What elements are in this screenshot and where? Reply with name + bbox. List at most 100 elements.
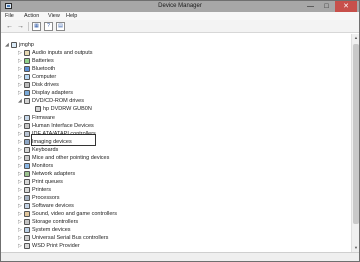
close-button[interactable]: ✕ (335, 1, 357, 12)
expand-arrow-icon[interactable]: ▷ (18, 170, 23, 178)
expand-arrow-icon[interactable]: ▷ (18, 154, 23, 162)
tree-item-wsd-print-provider[interactable]: ▷ WSD Print Provider (1, 242, 341, 250)
maximize-button[interactable]: □ (319, 1, 334, 12)
tree-item-label: Monitors (32, 163, 54, 169)
tree-item-usb-controllers[interactable]: ▷ Universal Serial Bus controllers (1, 234, 341, 242)
scroll-thumb[interactable] (353, 44, 359, 224)
hid-icon (24, 123, 30, 129)
tree-item-label: Bluetooth (32, 66, 56, 72)
expand-arrow-icon[interactable]: ▷ (18, 122, 23, 130)
tree-item-network[interactable]: ▷ Network adapters (1, 170, 341, 178)
tree-item-label: System devices (32, 227, 71, 233)
expand-arrow-icon[interactable]: ▷ (18, 218, 23, 226)
expand-arrow-icon[interactable]: ▷ (18, 138, 23, 146)
tree-root-label: jmghp (19, 42, 34, 48)
tree-item-label: Batteries (32, 58, 54, 64)
expand-arrow-icon[interactable]: ▷ (18, 146, 23, 154)
minimize-button[interactable]: — (303, 1, 318, 12)
tree-item-printers[interactable]: ▷ Printers (1, 186, 341, 194)
usb-icon (24, 235, 30, 241)
tree-item-display-adapters[interactable]: ▷ Display adapters (1, 89, 341, 97)
tree-item-hid[interactable]: ▷ Human Interface Devices (1, 122, 341, 130)
tree-item-hp-dvdrw[interactable]: hp DVDRW GUB0N (1, 105, 341, 113)
expand-arrow-icon[interactable]: ▷ (18, 89, 23, 97)
expand-arrow-icon[interactable]: ▷ (18, 242, 23, 250)
tree-item-imaging[interactable]: ▷ Imaging devices (1, 138, 341, 146)
computer-icon (11, 42, 17, 48)
scroll-up-icon[interactable]: ▲ (353, 35, 359, 41)
computer-icon (24, 74, 30, 80)
tree-item-processors[interactable]: ▷ Processors (1, 194, 341, 202)
audio-icon (24, 50, 30, 56)
tree-item-label: Human Interface Devices (32, 123, 94, 129)
tree-item-mice[interactable]: ▷ Mice and other pointing devices (1, 154, 341, 162)
tree-item-monitors[interactable]: ▷ Monitors (1, 162, 341, 170)
menu-view[interactable]: View (48, 13, 60, 19)
tree-item-computer[interactable]: ▷ Computer (1, 73, 341, 81)
help-icon[interactable]: ? (44, 22, 53, 31)
back-icon[interactable]: ← (5, 22, 14, 31)
collapse-arrow-icon[interactable]: ◢ (5, 41, 10, 49)
expand-arrow-icon[interactable]: ▷ (18, 210, 23, 218)
expand-arrow-icon[interactable]: ▷ (18, 49, 23, 57)
tree-root[interactable]: ◢ jmghp (1, 41, 341, 49)
printer-icon (24, 243, 30, 249)
ide-controller-icon (24, 131, 30, 137)
expand-arrow-icon[interactable]: ▷ (18, 202, 23, 210)
expand-arrow-icon[interactable]: ▷ (18, 73, 23, 81)
expand-arrow-icon[interactable]: ▷ (18, 130, 23, 138)
tree-item-label: IDE ATA/ATAPI controllers (32, 131, 96, 137)
tree-item-label: Audio inputs and outputs (32, 50, 93, 56)
expand-arrow-icon[interactable]: ▷ (18, 162, 23, 170)
dvd-drive-icon (24, 98, 30, 104)
tree-item-label: Disk drives (32, 82, 59, 88)
tree-item-dvd-drives[interactable]: ◢ DVD/CD-ROM drives (1, 97, 341, 105)
monitor-icon (24, 163, 30, 169)
tree-item-sound-video[interactable]: ▷ Sound, video and game controllers (1, 210, 341, 218)
tree-item-label: DVD/CD-ROM drives (32, 98, 84, 104)
toolbar: ← → ▦ ? ▤ (1, 20, 359, 33)
tree-item-ide[interactable]: ▷ IDE ATA/ATAPI controllers (1, 130, 341, 138)
tree-item-label: Software devices (32, 203, 74, 209)
expand-arrow-icon[interactable]: ▷ (18, 186, 23, 194)
expand-arrow-icon[interactable]: ▷ (18, 114, 23, 122)
expand-arrow-icon[interactable]: ▷ (18, 178, 23, 186)
tree-item-print-queues[interactable]: ▷ Print queues (1, 178, 341, 186)
mouse-icon (24, 155, 30, 161)
expand-arrow-icon[interactable]: ▷ (18, 81, 23, 89)
tree-item-keyboards[interactable]: ▷ Keyboards (1, 146, 341, 154)
tree-item-label: WSD Print Provider (32, 243, 80, 249)
toolbar-divider (28, 22, 29, 31)
view-icon[interactable]: ▤ (56, 22, 65, 31)
menu-help[interactable]: Help (66, 13, 77, 19)
bluetooth-icon (24, 66, 30, 72)
network-adapter-icon (24, 171, 30, 177)
tree-item-label: Printers (32, 187, 51, 193)
firmware-icon (24, 115, 30, 121)
software-device-icon (24, 203, 30, 209)
properties-icon[interactable]: ▦ (32, 22, 41, 31)
tree-item-system-devices[interactable]: ▷ System devices (1, 226, 341, 234)
expand-arrow-icon[interactable]: ▷ (18, 234, 23, 242)
tree-item-bluetooth[interactable]: ▷ Bluetooth (1, 65, 341, 73)
expand-arrow-icon[interactable]: ▷ (18, 194, 23, 202)
vertical-scrollbar[interactable]: ▲ ▼ (351, 34, 359, 252)
collapse-arrow-icon[interactable]: ◢ (18, 97, 23, 105)
forward-icon[interactable]: → (16, 22, 25, 31)
tree-item-storage-controllers[interactable]: ▷ Storage controllers (1, 218, 341, 226)
tree-item-software-devices[interactable]: ▷ Software devices (1, 202, 341, 210)
scroll-down-icon[interactable]: ▼ (353, 245, 359, 251)
tree-item-label: Imaging devices (32, 139, 72, 145)
tree-item-batteries[interactable]: ▷ Batteries (1, 57, 341, 65)
expand-arrow-icon[interactable]: ▷ (18, 57, 23, 65)
tree-item-firmware[interactable]: ▷ Firmware (1, 114, 341, 122)
tree-item-audio-inputs[interactable]: ▷ Audio inputs and outputs (1, 49, 341, 57)
menu-action[interactable]: Action (24, 13, 39, 19)
system-device-icon (24, 227, 30, 233)
tree-item-label: Sound, video and game controllers (32, 211, 117, 217)
expand-arrow-icon[interactable]: ▷ (18, 226, 23, 234)
tree-item-disk-drives[interactable]: ▷ Disk drives (1, 81, 341, 89)
printer-icon (24, 187, 30, 193)
expand-arrow-icon[interactable]: ▷ (18, 65, 23, 73)
menu-file[interactable]: File (5, 13, 14, 19)
